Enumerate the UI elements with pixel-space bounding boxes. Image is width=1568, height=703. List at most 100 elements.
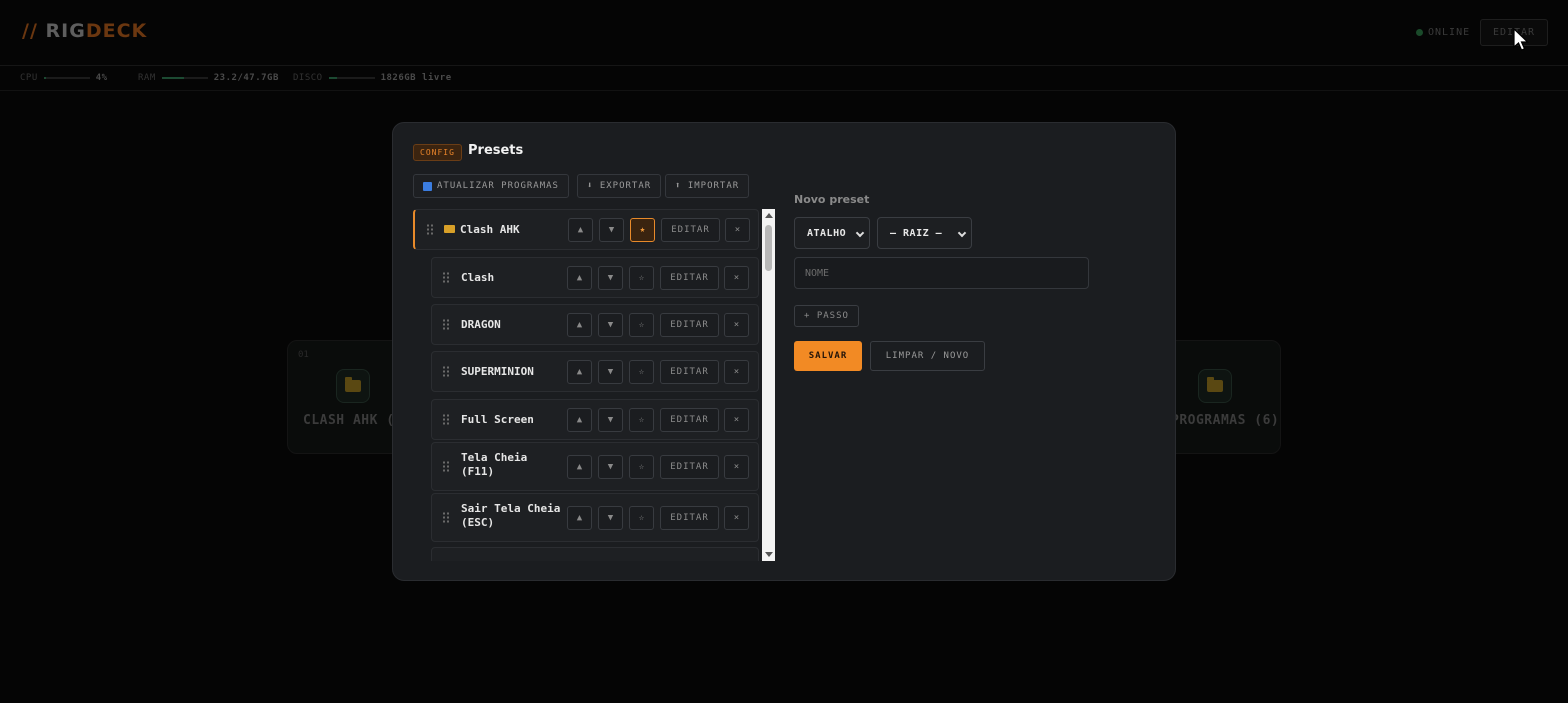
clear-new-button[interactable]: LIMPAR / NOVO: [870, 341, 985, 371]
favorite-star-button[interactable]: ☆: [629, 265, 654, 290]
ram-label: RAM: [138, 73, 156, 83]
delete-preset-button[interactable]: ×: [724, 454, 749, 479]
preset-name-text: Full Screen: [461, 413, 534, 426]
card-label: CLASH AHK (7: [303, 413, 403, 428]
edit-preset-button[interactable]: EDITAR: [661, 217, 720, 242]
import-button[interactable]: ⬆ IMPORTAR: [665, 174, 750, 198]
drag-handle-icon[interactable]: [427, 224, 434, 235]
ram-value: 23.2/47.7GB: [213, 73, 279, 83]
cpu-value: 4%: [95, 73, 108, 83]
preset-name: Sair Tela Cheia (ESC): [461, 502, 566, 530]
move-down-button[interactable]: ▼: [598, 407, 623, 432]
folder-icon: [444, 225, 455, 233]
type-select-value: ATALHO: [807, 227, 847, 239]
folder-icon: [336, 369, 370, 403]
move-up-button[interactable]: ▲: [567, 454, 592, 479]
scroll-up-icon[interactable]: [765, 213, 773, 218]
preset-folder-row[interactable]: Clash AHK ▲ ▼ ★ EDITAR ×: [413, 209, 759, 250]
ram-stat: RAM 23.2/47.7GB: [138, 73, 279, 83]
ram-bar-fill: [161, 77, 185, 79]
preset-row-partial[interactable]: [431, 547, 759, 561]
drag-handle-icon[interactable]: [443, 461, 450, 472]
move-up-button[interactable]: ▲: [567, 407, 592, 432]
drag-handle-icon[interactable]: [443, 512, 450, 523]
delete-preset-button[interactable]: ×: [724, 359, 749, 384]
parent-select-value: — RAIZ —: [890, 227, 943, 239]
move-up-button[interactable]: ▲: [567, 265, 592, 290]
top-bar: // RIGDECK ONLINE EDITAR: [0, 0, 1568, 66]
preset-list[interactable]: Clash AHK ▲ ▼ ★ EDITAR × Clash ▲ ▼ ☆ EDITAR × DRAGON…: [413, 209, 775, 561]
preset-name: DRAGON: [461, 318, 581, 332]
move-down-button[interactable]: ▼: [599, 217, 624, 242]
preset-row[interactable]: SUPERMINION ▲ ▼ ☆ EDITAR ×: [431, 351, 759, 392]
status-indicator: ONLINE: [1416, 27, 1470, 38]
presets-modal: CONFIG Presets ATUALIZAR PROGRAMAS ⬇ EXP…: [392, 122, 1176, 581]
preset-name: SUPERMINION: [461, 365, 581, 379]
export-button[interactable]: ⬇ EXPORTAR: [577, 174, 662, 198]
app-root: // RIGDECK ONLINE EDITAR CPU 4% RAM 23.2…: [0, 0, 1568, 703]
preset-row[interactable]: Clash ▲ ▼ ☆ EDITAR ×: [431, 257, 759, 298]
name-input[interactable]: NOME: [794, 257, 1089, 289]
refresh-icon: [423, 181, 432, 191]
preset-name: Clash AHK: [444, 223, 564, 237]
delete-preset-button[interactable]: ×: [725, 217, 750, 242]
favorite-star-button[interactable]: ☆: [629, 359, 654, 384]
move-down-button[interactable]: ▼: [598, 265, 623, 290]
move-down-button[interactable]: ▼: [598, 454, 623, 479]
move-up-button[interactable]: ▲: [568, 217, 593, 242]
background-card-programas[interactable]: PROGRAMAS (6): [1160, 340, 1281, 454]
system-stats-bar: CPU 4% RAM 23.2/47.7GB DISCO 1826GB livr…: [0, 66, 1568, 91]
update-programs-button[interactable]: ATUALIZAR PROGRAMAS: [413, 174, 569, 198]
scroll-thumb[interactable]: [765, 225, 772, 271]
status-label: ONLINE: [1428, 27, 1471, 38]
delete-preset-button[interactable]: ×: [724, 312, 749, 337]
delete-preset-button[interactable]: ×: [724, 265, 749, 290]
cpu-bar-fill: [43, 77, 46, 79]
drag-handle-icon[interactable]: [443, 414, 450, 425]
preset-list-scrollbar[interactable]: [762, 209, 775, 561]
folder-icon: [1198, 369, 1232, 403]
type-select[interactable]: ATALHO: [794, 217, 870, 249]
delete-preset-button[interactable]: ×: [724, 505, 749, 530]
preset-row[interactable]: Tela Cheia (F11) ▲ ▼ ☆ EDITAR ×: [431, 442, 759, 491]
save-button[interactable]: SALVAR: [794, 341, 862, 371]
move-down-button[interactable]: ▼: [598, 505, 623, 530]
edit-preset-button[interactable]: EDITAR: [660, 407, 719, 432]
preset-row[interactable]: DRAGON ▲ ▼ ☆ EDITAR ×: [431, 304, 759, 345]
edit-preset-button[interactable]: EDITAR: [660, 505, 719, 530]
favorite-star-button[interactable]: ★: [630, 217, 655, 242]
edit-preset-button[interactable]: EDITAR: [660, 359, 719, 384]
delete-preset-button[interactable]: ×: [724, 407, 749, 432]
preset-row[interactable]: Full Screen ▲ ▼ ☆ EDITAR ×: [431, 399, 759, 440]
cpu-label: CPU: [20, 73, 38, 83]
favorite-star-button[interactable]: ☆: [629, 407, 654, 432]
drag-handle-icon[interactable]: [443, 272, 450, 283]
favorite-star-button[interactable]: ☆: [629, 312, 654, 337]
move-up-button[interactable]: ▲: [567, 312, 592, 337]
preset-row[interactable]: Sair Tela Cheia (ESC) ▲ ▼ ☆ EDITAR ×: [431, 493, 759, 542]
modal-title: Presets: [468, 143, 524, 158]
drag-handle-icon[interactable]: [443, 319, 450, 330]
name-input-placeholder: NOME: [805, 267, 830, 279]
edit-preset-button[interactable]: EDITAR: [660, 312, 719, 337]
drag-handle-icon[interactable]: [443, 366, 450, 377]
move-up-button[interactable]: ▲: [567, 359, 592, 384]
move-up-button[interactable]: ▲: [567, 505, 592, 530]
edit-preset-button[interactable]: EDITAR: [660, 454, 719, 479]
move-down-button[interactable]: ▼: [598, 359, 623, 384]
chevron-down-icon: [855, 228, 865, 238]
disk-value: 1826GB livre: [380, 73, 452, 83]
move-down-button[interactable]: ▼: [598, 312, 623, 337]
preset-name-text: Clash AHK: [460, 223, 520, 236]
preset-name-text: Clash: [461, 271, 495, 284]
scroll-down-icon[interactable]: [765, 552, 773, 557]
edit-preset-button[interactable]: EDITAR: [660, 265, 719, 290]
favorite-star-button[interactable]: ☆: [629, 454, 654, 479]
import-label: ⬆ IMPORTAR: [675, 181, 740, 191]
new-preset-title: Novo preset: [794, 193, 870, 206]
add-step-button[interactable]: + PASSO: [794, 305, 859, 327]
preset-name: Tela Cheia (F11): [461, 451, 566, 479]
favorite-star-button[interactable]: ☆: [629, 505, 654, 530]
card-label: PROGRAMAS (6): [1171, 413, 1280, 428]
parent-select[interactable]: — RAIZ —: [877, 217, 972, 249]
